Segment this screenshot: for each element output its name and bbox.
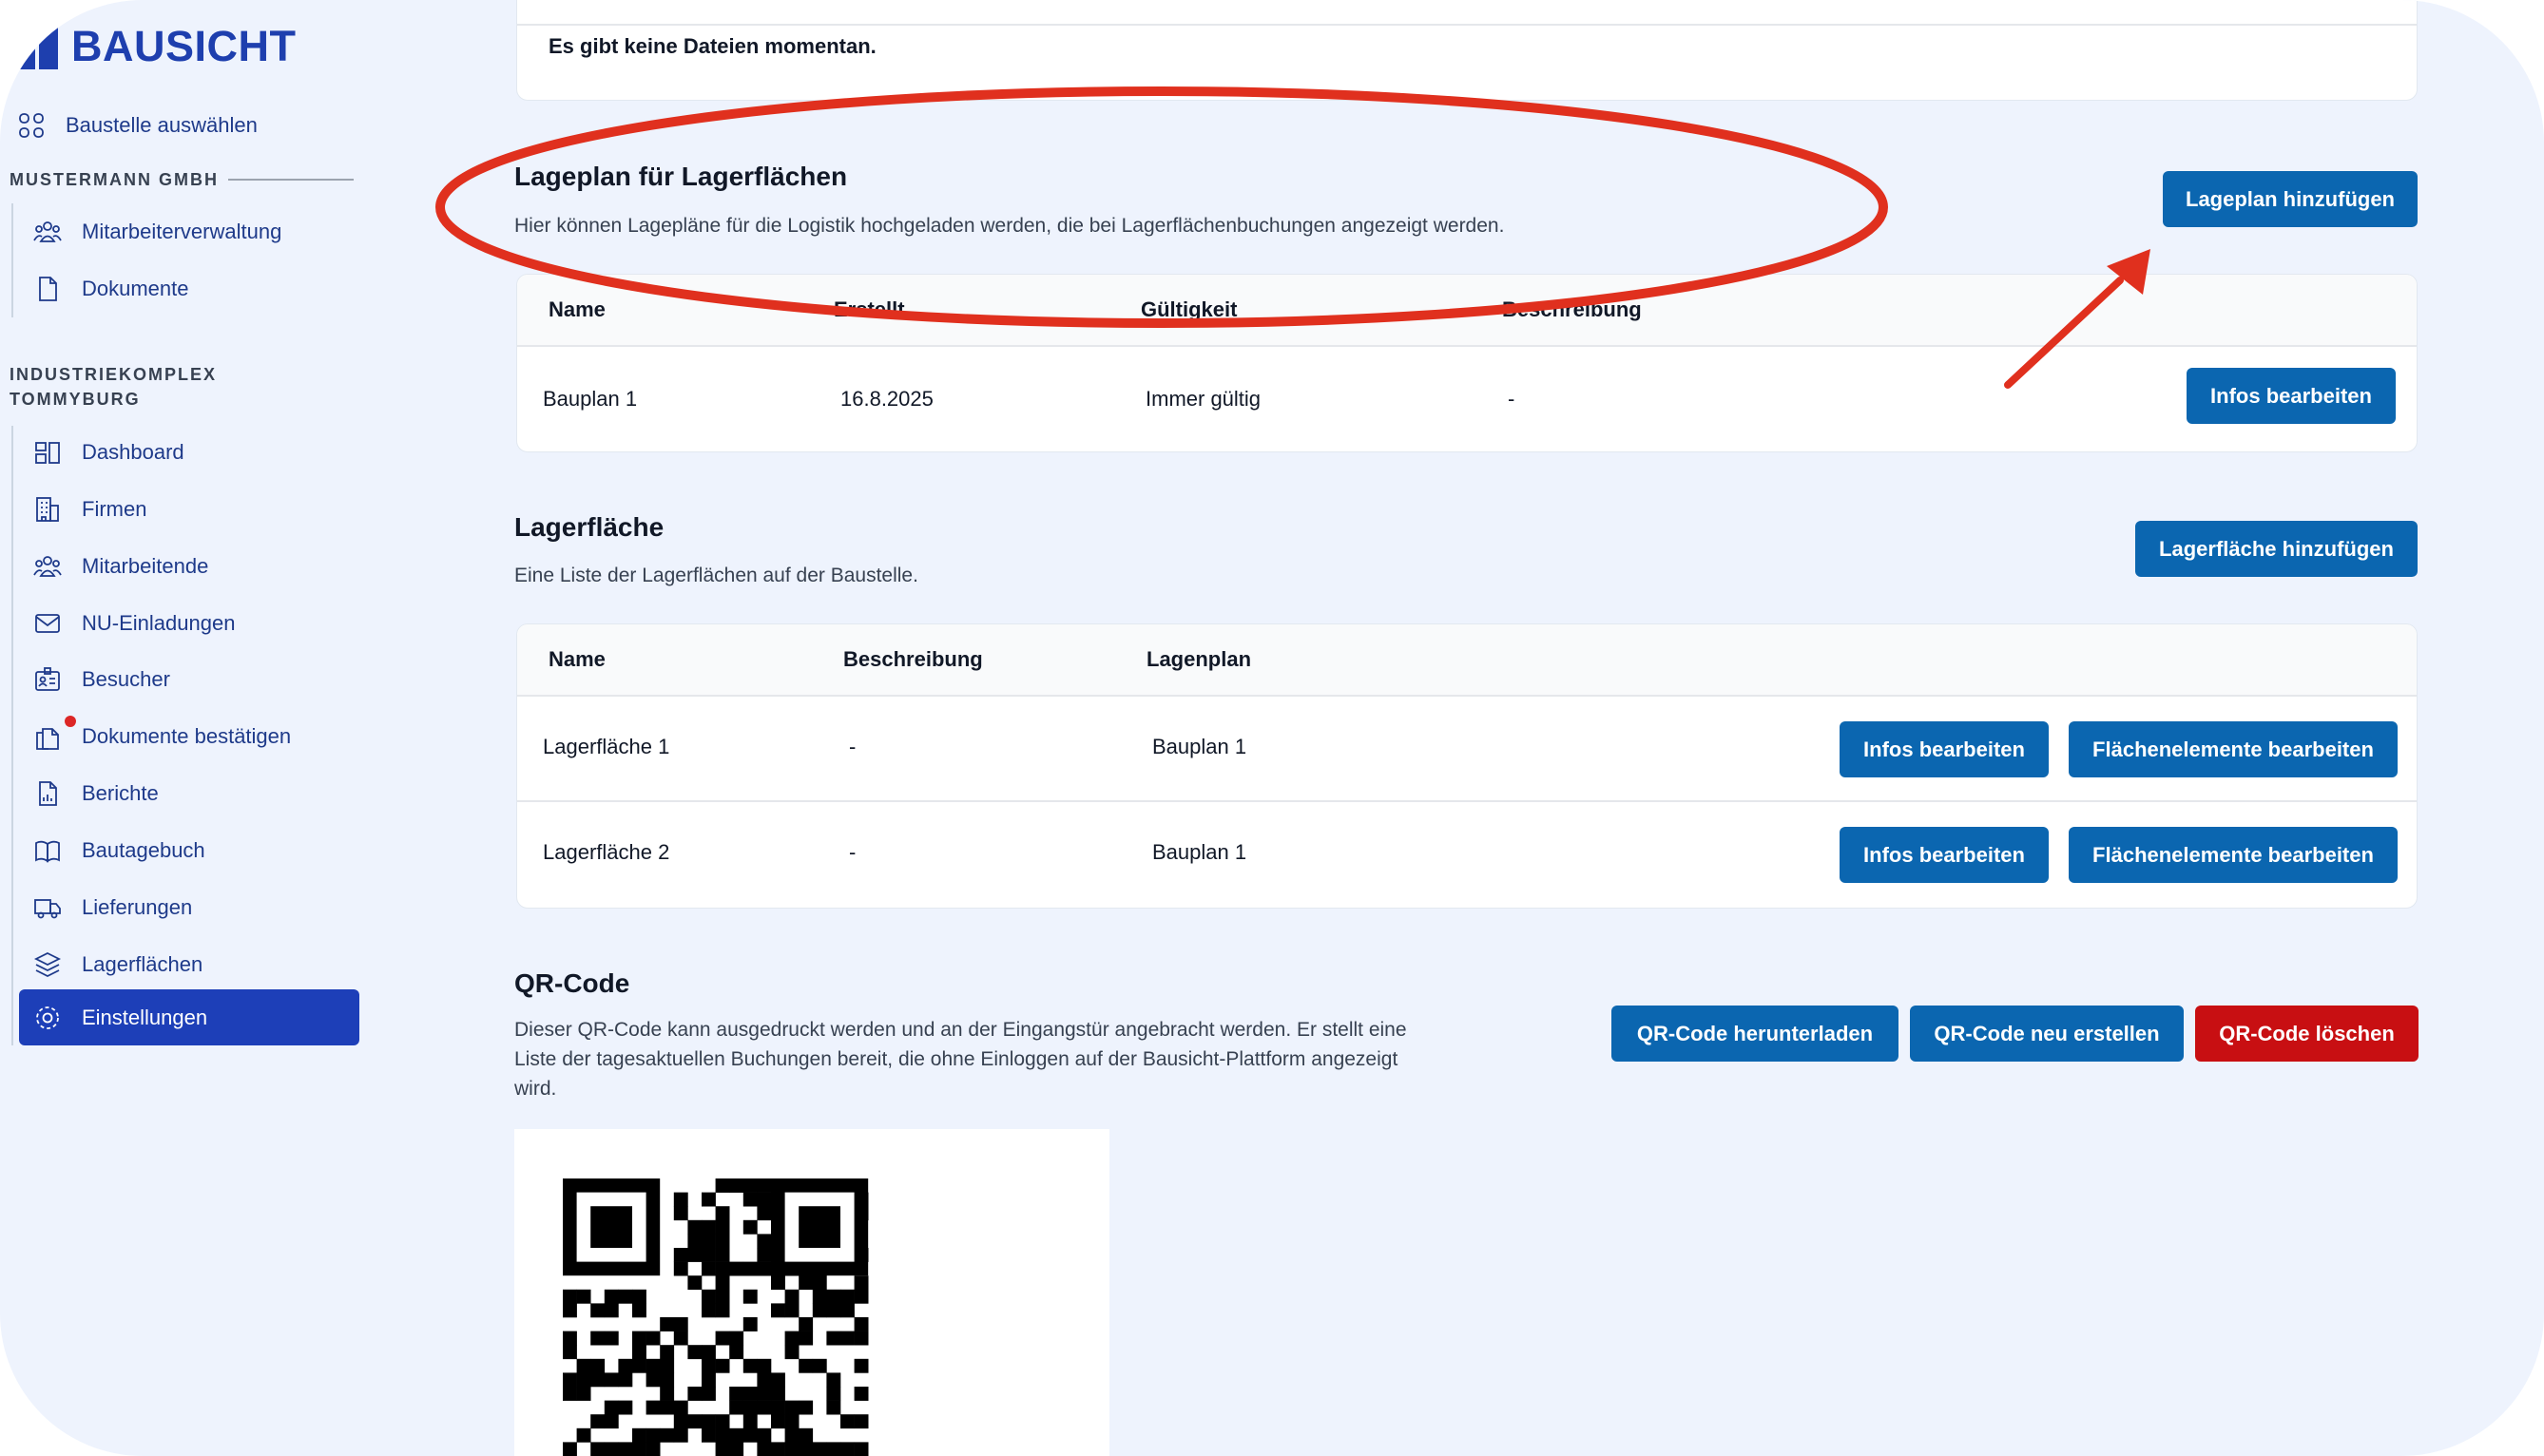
qr-code-image — [514, 1129, 1109, 1456]
sidebar-item-label: Berichte — [82, 781, 159, 805]
users-icon — [32, 551, 63, 582]
brand-logo[interactable]: BAUSICHT — [16, 21, 297, 72]
truck-icon — [32, 892, 63, 923]
sidebar-item-firmen[interactable]: Firmen — [32, 494, 146, 525]
edit-elements-button[interactable]: Flächenelemente bearbeiten — [2069, 827, 2398, 883]
building-icon — [32, 494, 63, 525]
sidebar-item-bautagebuch[interactable]: Bautagebuch — [32, 835, 205, 866]
cell-description: - — [1508, 387, 1515, 411]
cell-plan: Bauplan 1 — [1152, 735, 1247, 758]
column-header: Gültigkeit — [1141, 297, 1238, 321]
qr-description-line3: wird. — [514, 1078, 557, 1100]
column-header: Erstellt — [834, 297, 905, 321]
lageplan-table: Name Erstellt Gültigkeit Beschreibung Ba… — [516, 274, 2418, 452]
notification-dot — [65, 716, 76, 727]
mail-icon — [32, 608, 63, 639]
lageplan-description: Hier können Lagepläne für die Logistik h… — [514, 215, 1505, 237]
site-section-label-line1: INDUSTRIEKOMPLEX — [10, 365, 218, 384]
sidebar-item-mitarbeiterverwaltung[interactable]: Mitarbeiterverwaltung — [32, 217, 281, 247]
sidebar-item-label: Dashboard — [82, 440, 184, 464]
sidebar-item-lagerflaechen[interactable]: Lagerflächen — [32, 949, 202, 980]
edit-info-button[interactable]: Infos bearbeiten — [1840, 721, 2049, 777]
cell-description: - — [849, 735, 857, 758]
report-icon — [32, 778, 63, 809]
cell-created: 16.8.2025 — [840, 387, 934, 411]
id-badge-icon — [32, 664, 63, 695]
column-header: Beschreibung — [1502, 297, 1642, 321]
qr-description-line2: Liste der tagesaktuellen Buchungen berei… — [514, 1048, 1398, 1070]
site-section-label-line2: TOMMYBURG — [10, 390, 141, 409]
lageplan-title: Lageplan für Lagerflächen — [514, 162, 848, 191]
sidebar-item-label: Lagerflächen — [82, 952, 203, 976]
files-empty-text: Es gibt keine Dateien momentan. — [549, 34, 877, 58]
qr-download-button[interactable]: QR-Code herunterladen — [1611, 1006, 1898, 1062]
add-lageplan-button[interactable]: Lageplan hinzufügen — [2163, 171, 2418, 227]
document-icon — [32, 274, 63, 304]
table-header — [517, 275, 2417, 347]
site-section-line — [11, 426, 13, 1045]
sidebar-item-label: Dokumente bestätigen — [82, 724, 292, 748]
brand-name: BAUSICHT — [71, 22, 297, 70]
sidebar-item-mitarbeitende[interactable]: Mitarbeitende — [32, 551, 208, 582]
lagerflaeche-description: Eine Liste der Lagerflächen auf der Baus… — [514, 565, 918, 586]
qr-description-line1: Dieser QR-Code kann ausgedruckt werden u… — [514, 1019, 1407, 1041]
cell-name: Lagerfläche 1 — [543, 735, 670, 758]
cell-name: Lagerfläche 2 — [543, 840, 670, 864]
lagerflaeche-title: Lagerfläche — [514, 512, 665, 542]
qr-regenerate-button[interactable]: QR-Code neu erstellen — [1910, 1006, 2184, 1062]
files-card: Es gibt keine Dateien momentan. — [516, 0, 2418, 101]
column-header: Name — [549, 297, 606, 321]
sidebar-item-label: Mitarbeitende — [82, 554, 209, 578]
edit-info-button[interactable]: Infos bearbeiten — [2187, 368, 2396, 424]
sidebar-item-dashboard[interactable]: Dashboard — [32, 437, 184, 468]
dashboard-icon — [32, 437, 63, 468]
sidebar-item-lieferungen[interactable]: Lieferungen — [32, 892, 192, 923]
cell-plan: Bauplan 1 — [1152, 840, 1247, 864]
cell-name: Bauplan 1 — [543, 387, 638, 411]
layers-icon — [32, 949, 63, 980]
sidebar-item-besucher[interactable]: Besucher — [32, 664, 170, 695]
qr-delete-button[interactable]: QR-Code löschen — [2195, 1006, 2419, 1062]
sidebar-item-label: Bautagebuch — [82, 838, 205, 862]
edit-elements-button[interactable]: Flächenelemente bearbeiten — [2069, 721, 2398, 777]
sidebar-item-label: Einstellungen — [82, 1006, 208, 1029]
org-section-line — [11, 203, 13, 317]
book-icon — [32, 835, 63, 866]
cell-description: - — [849, 840, 857, 864]
sidebar-item-label: NU-Einladungen — [82, 611, 236, 635]
sidebar-item-nu-einladungen[interactable]: NU-Einladungen — [32, 608, 235, 639]
lagerflaeche-table: Name Beschreibung Lagenplan Lagerfläche … — [516, 623, 2418, 909]
sidebar-item-label: Dokumente — [82, 277, 189, 300]
sidebar-item-label: Lieferungen — [82, 895, 193, 919]
choose-site-link[interactable]: Baustelle auswählen — [16, 110, 258, 141]
logo-icon — [18, 24, 58, 69]
org-section-label: MUSTERMANN GMBH — [10, 170, 219, 189]
grid-icon — [16, 110, 47, 141]
sidebar-item-einstellungen[interactable]: Einstellungen — [32, 1003, 207, 1033]
files-card-divider — [517, 24, 2417, 26]
column-header: Lagenplan — [1147, 647, 1252, 671]
documents-icon — [32, 721, 63, 752]
qr-code-graphic — [563, 1178, 869, 1456]
qr-title: QR-Code — [514, 968, 630, 998]
gear-icon — [32, 1003, 63, 1033]
app-window: BAUSICHT Baustelle auswählen MUSTERMANN … — [0, 0, 2544, 1456]
column-header: Beschreibung — [843, 647, 983, 671]
sidebar-item-dokumente[interactable]: Dokumente — [32, 274, 189, 304]
section-divider — [228, 179, 354, 181]
edit-info-button[interactable]: Infos bearbeiten — [1840, 827, 2049, 883]
column-header: Name — [549, 647, 606, 671]
sidebar-item-berichte[interactable]: Berichte — [32, 778, 159, 809]
choose-site-label: Baustelle auswählen — [66, 113, 258, 137]
sidebar-item-label: Firmen — [82, 497, 147, 521]
sidebar-item-label: Mitarbeiterverwaltung — [82, 220, 282, 243]
row-divider — [517, 800, 2417, 802]
table-header — [517, 624, 2417, 697]
users-icon — [32, 217, 63, 247]
add-lagerflaeche-button[interactable]: Lagerfläche hinzufügen — [2135, 521, 2418, 577]
sidebar-item-label: Besucher — [82, 667, 170, 691]
cell-validity: Immer gültig — [1146, 387, 1262, 411]
